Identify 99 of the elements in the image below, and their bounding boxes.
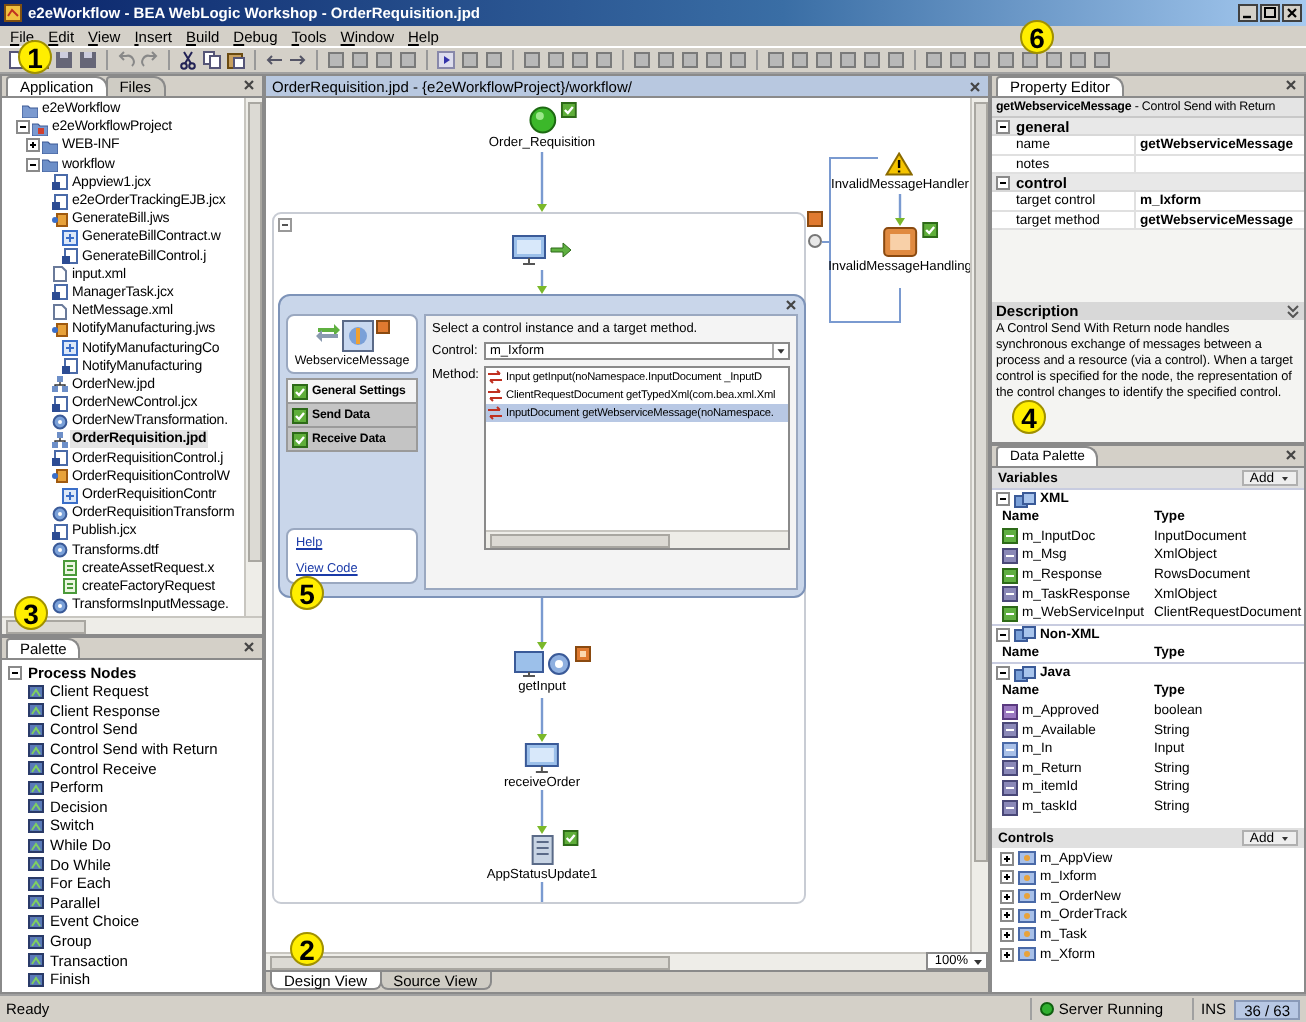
close-icon[interactable] [1282, 4, 1302, 22]
badge-icon [375, 320, 389, 334]
method-icon [488, 388, 502, 402]
connector-arrow [537, 270, 547, 294]
connector-arrow [537, 152, 547, 212]
collapse-icon[interactable] [26, 157, 40, 172]
collapse-icon[interactable] [16, 120, 30, 135]
save-icon[interactable] [54, 50, 74, 70]
perform-node-icon[interactable] [882, 226, 918, 258]
number-callout: 1 [18, 40, 52, 74]
check-icon [562, 830, 578, 846]
variables-group-icon [1014, 665, 1036, 682]
expand-icon[interactable] [1000, 889, 1014, 904]
cross-document-icon [62, 340, 78, 357]
expand-icon[interactable] [26, 138, 40, 153]
gear-icon[interactable] [547, 652, 571, 676]
document-icon [52, 450, 68, 467]
expand-icon[interactable] [1000, 870, 1014, 885]
method-icon [488, 370, 502, 384]
badge-icon [575, 646, 591, 662]
collapse-icon[interactable] [996, 175, 1010, 189]
flow-icon [52, 376, 68, 393]
collapse-icon[interactable] [8, 665, 22, 679]
control-icon [1018, 926, 1036, 943]
control-icon [1018, 907, 1036, 924]
monitor-icon[interactable] [513, 650, 545, 678]
close-icon[interactable] [242, 640, 256, 654]
variable-icon [1002, 799, 1018, 816]
port-icon[interactable] [808, 234, 822, 248]
vertical-scrollbar[interactable] [244, 98, 262, 616]
service-node-icon [341, 320, 373, 352]
variables-group-icon [1014, 491, 1036, 507]
close-icon[interactable] [968, 79, 982, 93]
collapse-icon[interactable] [996, 492, 1010, 506]
connector-arrow [537, 698, 547, 742]
exchange-icon [315, 320, 339, 344]
expand-icon[interactable] [1000, 947, 1014, 962]
gear-icon [52, 505, 68, 522]
folder-icon [22, 101, 38, 118]
server-status-icon [1040, 1002, 1055, 1016]
start-node-icon[interactable] [528, 106, 556, 134]
horizontal-scrollbar[interactable] [486, 530, 788, 548]
document-icon [52, 395, 68, 412]
cut-icon[interactable] [178, 50, 198, 70]
caret-icon [1280, 833, 1290, 844]
control-icon [1018, 869, 1036, 886]
cross-document-icon [62, 229, 78, 246]
document-icon [52, 523, 68, 540]
cross-document-icon [62, 487, 78, 504]
redo-icon[interactable] [140, 50, 160, 70]
project-icon [32, 119, 48, 136]
maximize-icon[interactable] [1260, 4, 1280, 22]
connector-arrow [537, 598, 547, 650]
vertical-scrollbar[interactable] [970, 98, 988, 952]
close-icon[interactable] [784, 298, 798, 312]
minimize-icon[interactable] [1238, 4, 1258, 22]
connector-arrow [895, 194, 905, 226]
method-icon [488, 406, 502, 420]
expand-icon[interactable] [1000, 851, 1014, 866]
collapse-icon[interactable] [996, 666, 1010, 681]
gear-icon [52, 542, 68, 559]
control-icon [1018, 888, 1036, 905]
run-icon[interactable] [436, 50, 456, 70]
caret-icon [1280, 473, 1290, 483]
expand-icon[interactable] [1000, 908, 1014, 923]
chevron-icon[interactable] [1286, 304, 1300, 318]
caret-icon [772, 344, 788, 358]
control-icon [1018, 946, 1036, 963]
check-icon [922, 222, 938, 238]
expand-icon[interactable] [1000, 927, 1014, 942]
monitor-icon[interactable] [524, 742, 560, 774]
paste-icon[interactable] [226, 50, 246, 70]
connector-line [540, 882, 544, 902]
scrollbar-thumb[interactable] [973, 102, 987, 862]
flow-icon [52, 431, 68, 448]
badge-icon [807, 211, 823, 227]
undo-icon[interactable] [116, 50, 136, 70]
new-file-icon[interactable] [6, 50, 26, 70]
collapse-icon[interactable] [278, 218, 292, 232]
scrollbar-thumb[interactable] [247, 102, 261, 562]
app-icon [4, 4, 22, 22]
scrollbar-thumb[interactable] [490, 533, 670, 547]
close-icon[interactable] [1284, 448, 1298, 462]
gear-icon [52, 413, 68, 430]
connector-arrow [537, 790, 547, 834]
control-icon [1018, 850, 1036, 867]
close-icon[interactable] [242, 78, 256, 92]
save-icon[interactable] [78, 50, 98, 70]
close-icon[interactable] [1284, 78, 1298, 92]
forward-arrow-icon[interactable] [288, 50, 308, 70]
monitor-icon[interactable] [511, 234, 547, 266]
collapse-icon[interactable] [996, 627, 1010, 642]
variables-group-icon [1014, 626, 1036, 643]
document-icon [62, 358, 78, 375]
server-icon[interactable] [526, 834, 558, 866]
back-arrow-icon[interactable] [264, 50, 284, 70]
collapse-icon[interactable] [996, 119, 1010, 133]
warning-icon[interactable] [886, 152, 914, 176]
copy-icon[interactable] [202, 50, 222, 70]
